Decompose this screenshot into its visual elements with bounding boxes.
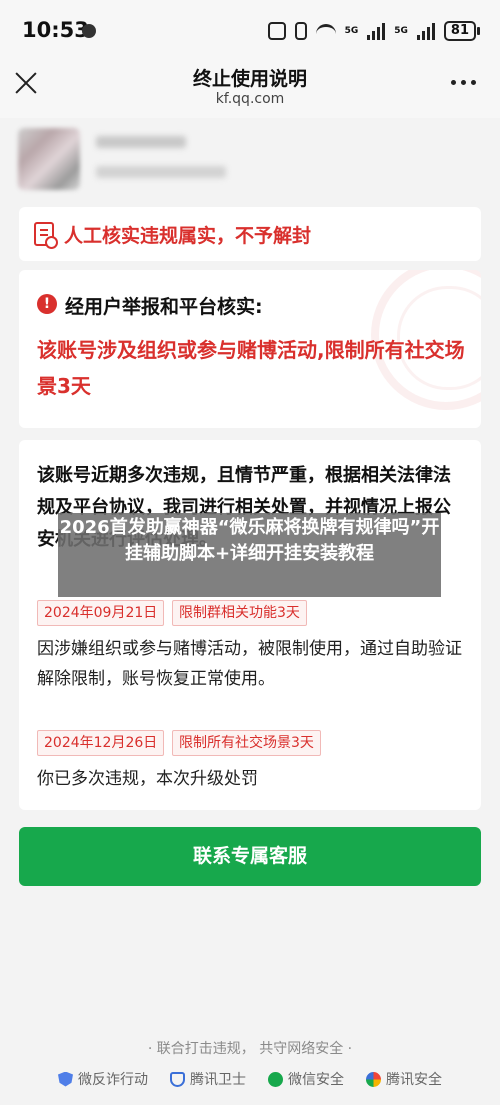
report-body: 该账号涉及组织或参与赌博活动,限制所有社交场景3天 <box>37 338 465 398</box>
alarm-icon <box>267 22 286 40</box>
wechat-icon <box>268 1071 283 1087</box>
footer-link-tencent-security[interactable]: 腾讯安全 <box>366 1069 442 1089</box>
signal-icon-2 <box>416 22 435 40</box>
page-title: 终止使用说明 <box>192 68 307 90</box>
footer-slogan: · 联合打击违规， 共守网络安全 · <box>147 1041 353 1057</box>
record-tags: 2024年12月26日 限制所有社交场景3天 <box>37 730 467 756</box>
overlay-caption: 2026首发助赢神器“微乐麻将换牌有规律吗”开挂辅助脚本+详细开挂安装教程 <box>58 513 441 597</box>
footer-link-label: 微反诈行动 <box>78 1072 148 1088</box>
status-indicators: 5G 5G 81 <box>267 18 480 44</box>
battery-icon: 81 <box>443 21 480 41</box>
avatar <box>18 128 80 190</box>
vibrate-icon <box>294 22 307 40</box>
nav-bar: 终止使用说明 kf.qq.com <box>0 58 500 118</box>
record-date-tag: 2024年12月26日 <box>37 730 165 756</box>
status-bar: 10:53 5G 5G 81 <box>0 0 500 58</box>
battery-level: 81 <box>443 21 476 41</box>
wifi-icon <box>315 24 336 38</box>
ban-result-title: 人工核实违规属实，不予解封 <box>64 225 312 247</box>
warning-icon: ! <box>37 294 57 314</box>
report-heading: 经用户举报和平台核实: <box>65 296 263 318</box>
violation-detail-card: 该账号近期多次违规，且情节严重，根据相关法律法规及平台协议，我司进行相关处置，并… <box>19 440 481 810</box>
contact-support-button[interactable]: 联系专属客服 <box>19 827 481 886</box>
footer-link-label: 微信安全 <box>288 1072 344 1088</box>
ban-icon <box>34 222 58 249</box>
overlay-caption-text: 2026首发助赢神器“微乐麻将换牌有规律吗”开挂辅助脚本+详细开挂安装教程 <box>59 517 440 564</box>
footer-links: 微反诈行动 腾讯卫士 微信安全 腾讯安全 <box>0 1069 500 1089</box>
record-restriction-tag: 限制所有社交场景3天 <box>172 730 321 756</box>
record-tags: 2024年09月21日 限制群相关功能3天 <box>37 600 467 626</box>
network-label-2: 5G <box>394 26 408 36</box>
footer-link-label: 腾讯卫士 <box>190 1072 246 1088</box>
ban-result-card: 人工核实违规属实，不予解封 <box>19 207 481 261</box>
report-card: ! 经用户举报和平台核实: 该账号涉及组织或参与赌博活动,限制所有社交场景3天 <box>19 270 481 428</box>
page-domain: kf.qq.com <box>215 91 285 107</box>
footer-link-anti-fraud[interactable]: 微反诈行动 <box>58 1069 148 1089</box>
account-profile <box>0 118 500 202</box>
footer-link-label: 腾讯安全 <box>386 1072 442 1088</box>
network-label-1: 5G <box>344 26 359 36</box>
footer-link-wechat-security[interactable]: 微信安全 <box>268 1069 344 1089</box>
record-restriction-tag: 限制群相关功能3天 <box>172 600 307 626</box>
shield-icon <box>58 1071 73 1087</box>
tencent-icon <box>366 1071 381 1087</box>
signal-icon-1 <box>367 22 386 40</box>
record-description: 因涉嫌组织或参与赌博活动，被限制使用，通过自助验证解除限制，账号恢复正常使用。 <box>37 639 462 689</box>
status-time: 10:53 <box>22 18 89 42</box>
blurred-detail <box>96 166 226 178</box>
footer-link-tencent-guard[interactable]: 腾讯卫士 <box>170 1069 246 1089</box>
record-date-tag: 2024年09月21日 <box>37 600 165 626</box>
more-options-icon[interactable] <box>451 80 476 85</box>
blurred-name <box>96 136 186 148</box>
recording-dot-icon <box>82 24 96 38</box>
guard-icon <box>170 1071 185 1087</box>
record-description: 你已多次违规，本次升级处罚 <box>37 769 258 789</box>
